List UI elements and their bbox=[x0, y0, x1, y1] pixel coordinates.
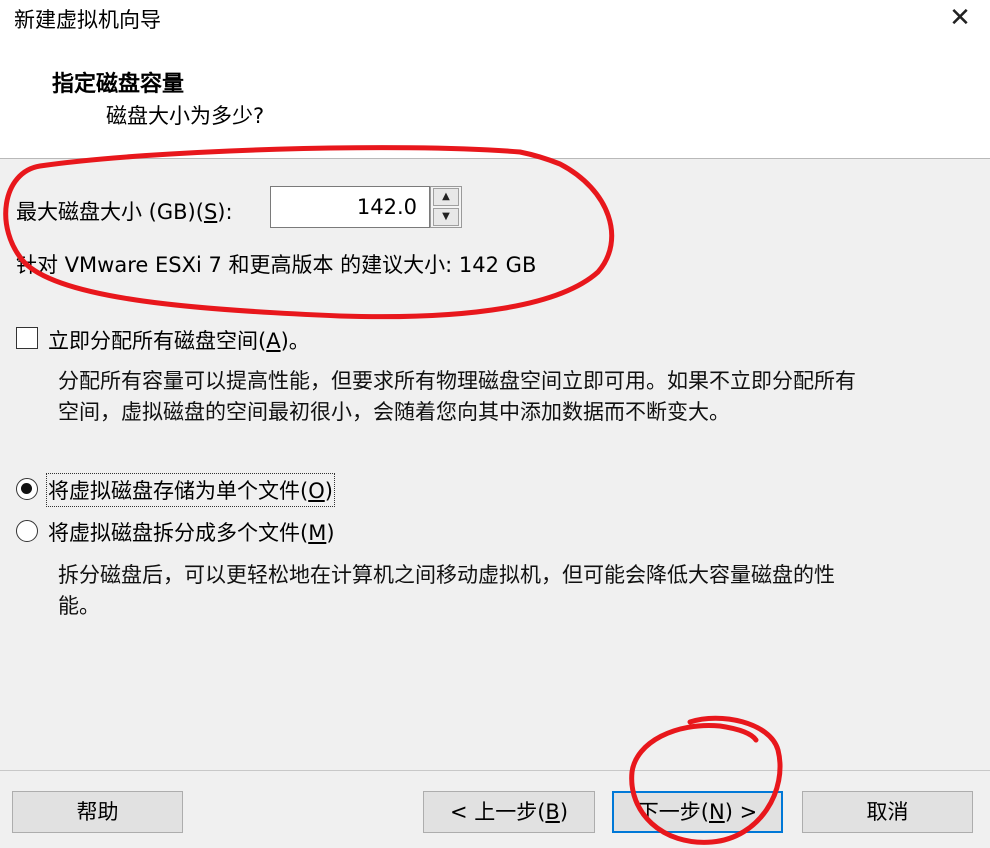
close-icon[interactable]: ✕ bbox=[940, 0, 980, 36]
split-files-label[interactable]: 将虚拟磁盘拆分成多个文件(M) bbox=[48, 517, 335, 547]
help-button[interactable]: 帮助 bbox=[12, 791, 183, 833]
allocate-now-label[interactable]: 立即分配所有磁盘空间(A)。 bbox=[48, 325, 310, 355]
disk-size-input[interactable]: 142.0 bbox=[270, 186, 430, 228]
split-description-line: 拆分磁盘后，可以更轻松地在计算机之间移动虚拟机，但可能会降低大容量磁盘的性 bbox=[58, 563, 835, 587]
window-title: 新建虚拟机向导 bbox=[14, 8, 161, 32]
cancel-button[interactable]: 取消 bbox=[802, 791, 973, 833]
single-file-radio[interactable] bbox=[16, 478, 38, 500]
page-title: 指定磁盘容量 bbox=[52, 72, 185, 97]
next-button[interactable]: 下一步(N) > bbox=[612, 791, 783, 833]
disk-size-label: 最大磁盘大小 (GB)(S): bbox=[16, 200, 233, 224]
split-description-line: 能。 bbox=[58, 594, 100, 618]
wizard-header: 指定磁盘容量 磁盘大小为多少? bbox=[0, 38, 990, 159]
disk-size-spinner: ▲ ▼ bbox=[430, 186, 462, 228]
radio-selected-dot bbox=[21, 483, 32, 494]
page-subtitle: 磁盘大小为多少? bbox=[106, 104, 265, 128]
title-bar: 新建虚拟机向导 ✕ bbox=[0, 0, 990, 38]
footer-divider bbox=[0, 770, 990, 771]
spin-up-icon[interactable]: ▲ bbox=[433, 188, 459, 206]
back-button[interactable]: < 上一步(B) bbox=[423, 791, 595, 833]
allocate-now-checkbox[interactable] bbox=[16, 327, 38, 349]
split-description: 拆分磁盘后，可以更轻松地在计算机之间移动虚拟机，但可能会降低大容量磁盘的性 能。 bbox=[58, 560, 835, 622]
split-files-radio[interactable] bbox=[16, 520, 38, 542]
allocate-description-line: 空间，虚拟磁盘的空间最初很小，会随着您向其中添加数据而不断变大。 bbox=[58, 400, 730, 424]
spin-down-icon[interactable]: ▼ bbox=[433, 208, 459, 226]
allocate-description: 分配所有容量可以提高性能，但要求所有物理磁盘空间立即可用。如果不立即分配所有 空… bbox=[58, 366, 856, 428]
annotation-circle-size bbox=[3, 145, 615, 320]
recommended-size-text: 针对 VMware ESXi 7 和更高版本 的建议大小: 142 GB bbox=[16, 253, 537, 277]
single-file-label[interactable]: 将虚拟磁盘存储为单个文件(O) bbox=[46, 473, 335, 507]
allocate-description-line: 分配所有容量可以提高性能，但要求所有物理磁盘空间立即可用。如果不立即分配所有 bbox=[58, 369, 856, 393]
